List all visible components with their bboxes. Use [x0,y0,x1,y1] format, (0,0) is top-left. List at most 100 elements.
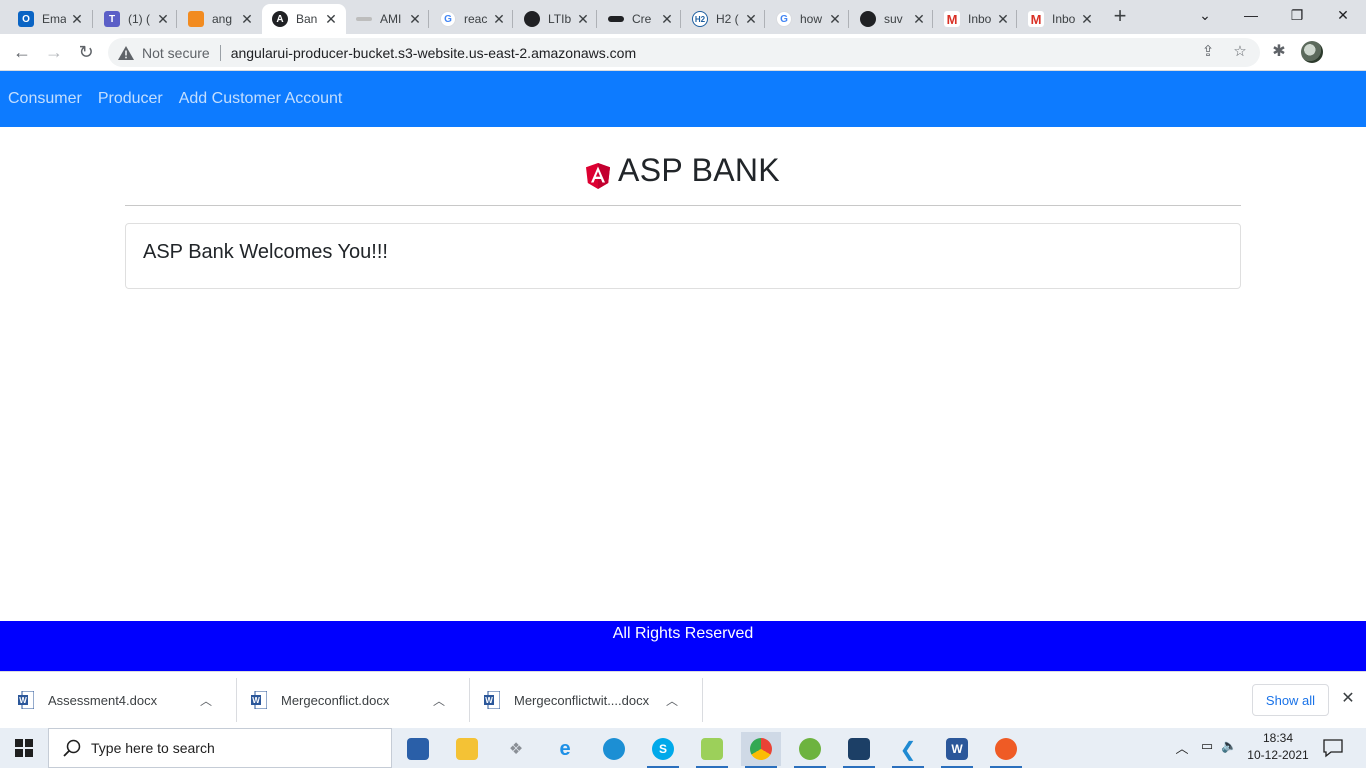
download-item[interactable]: W Mergeconflictwit....docx ︿ [466,678,680,722]
tab-bank-active[interactable]: A Ban ✕ [262,4,346,34]
chevron-up-icon[interactable]: ︿ [1174,738,1190,758]
taskbar-store[interactable] [398,732,438,766]
nav-link-consumer[interactable]: Consumer [8,90,82,108]
divider [219,44,221,61]
close-icon[interactable]: ✕ [324,11,338,28]
tab-aws[interactable]: AMI ✕ [346,4,430,34]
reload-button[interactable]: ↻ [74,40,98,64]
taskbar-skype[interactable]: S [643,732,683,768]
download-filename: Mergeconflict.docx [281,692,390,708]
taskbar-internet-explorer[interactable]: e [545,732,585,766]
nav-link-producer[interactable]: Producer [98,90,163,108]
taskbar-search[interactable]: Type here to search [48,728,392,768]
share-icon[interactable]: ⇪ [1198,42,1218,62]
taskbar-dropbox[interactable]: ❖ [496,732,536,766]
system-clock[interactable]: 18:34 10-12-2021 [1244,730,1312,766]
chevron-up-icon[interactable]: ︿ [431,692,447,709]
tab-github-suv[interactable]: suv ✕ [850,4,934,34]
download-item[interactable]: W Mergeconflict.docx ︿ [233,678,447,722]
show-all-button[interactable]: Show all [1252,684,1329,716]
divider [702,678,703,722]
restore-button[interactable]: ❐ [1274,0,1320,30]
tab-divider [92,10,93,28]
taskbar-spring-tool[interactable] [790,732,830,768]
taskbar-word[interactable]: W [937,732,977,768]
clock-date: 10-12-2021 [1247,748,1309,762]
new-tab-button[interactable]: + [1108,5,1132,29]
notepad-icon [701,738,723,760]
tab-title: AMI [380,12,402,26]
footer-text: All Rights Reserved [612,625,754,642]
tab-github-ltib[interactable]: LTIb ✕ [514,4,598,34]
tab-title: (1) ( [128,12,150,26]
taskbar-vscode[interactable]: ❮ [888,732,928,768]
not-secure-label[interactable]: Not secure [142,45,210,61]
close-icon[interactable]: ✕ [744,11,758,28]
close-icon[interactable]: ✕ [996,11,1010,28]
tab-gmail-1[interactable]: M Inbo ✕ [934,4,1018,34]
spring-icon [799,738,821,760]
nav-link-add-customer-account[interactable]: Add Customer Account [179,90,343,108]
close-window-button[interactable]: ✕ [1320,0,1366,30]
tab-search-chevron-icon[interactable]: ⌄ [1182,0,1228,30]
close-icon[interactable]: ✕ [828,11,842,28]
tab-create[interactable]: Cre ✕ [598,4,682,34]
tab-h2[interactable]: H2 H2 ( ✕ [682,4,766,34]
close-icon[interactable]: ✕ [70,11,84,28]
battery-icon[interactable]: ▭ [1199,738,1215,758]
store-icon [407,738,429,760]
taskbar-chrome[interactable] [741,732,781,768]
tab-title: LTIb [548,12,572,26]
close-icon[interactable]: ✕ [408,11,422,28]
taskbar-postman[interactable] [986,732,1026,768]
taskbar-edge[interactable] [594,732,634,766]
downloads-shelf: W Assessment4.docx ︿ W Mergeconflict.doc… [0,671,1366,728]
close-icon[interactable]: ✕ [156,11,170,28]
profile-avatar[interactable] [1301,41,1323,63]
notification-icon[interactable] [1322,737,1344,759]
taskbar-notepad[interactable] [692,732,732,768]
svg-text:W: W [485,696,493,705]
bookmark-star-icon[interactable]: ☆ [1230,42,1250,62]
download-item[interactable]: W Assessment4.docx ︿ [0,678,214,722]
forward-button[interactable]: → [42,40,66,64]
extensions-puzzle-icon[interactable]: ✱ [1269,42,1289,62]
clock-time: 18:34 [1262,731,1294,745]
chevron-up-icon[interactable]: ︿ [664,692,680,709]
tab-title: Inbo [1052,12,1076,26]
dash-icon [608,16,624,22]
tab-google-how[interactable]: G how ✕ [766,4,850,34]
angular-logo-icon [586,162,611,189]
close-icon[interactable]: ✕ [1340,689,1356,709]
chrome-icon [750,738,772,760]
minimize-button[interactable]: — [1228,0,1274,30]
close-icon[interactable]: ✕ [240,11,254,28]
svg-text:W: W [19,696,27,705]
gmail-icon: M [1028,11,1044,27]
close-icon[interactable]: ✕ [1080,11,1094,28]
gmail-icon: M [944,11,960,27]
close-icon[interactable]: ✕ [576,11,590,28]
taskbar-mysql-workbench[interactable] [839,732,879,768]
address-bar[interactable]: Not secure angularui-producer-bucket.s3-… [108,38,1260,67]
tab-outlook[interactable]: O Ema ✕ [8,4,92,34]
start-button[interactable] [0,728,48,768]
google-icon: G [776,11,792,27]
tab-ang[interactable]: ang ✕ [178,4,262,34]
close-icon[interactable]: ✕ [912,11,926,28]
tab-teams[interactable]: T (1) ( ✕ [94,4,178,34]
github-icon [860,11,876,27]
back-button[interactable]: ← [10,40,34,64]
url-text[interactable]: angularui-producer-bucket.s3-website.us-… [231,45,636,61]
tab-strip: O Ema ✕ T (1) ( ✕ ang ✕ A Ban ✕ AMI ✕ G … [0,0,1366,34]
welcome-card: ASP Bank Welcomes You!!! [125,223,1241,289]
volume-icon[interactable]: 🔈 [1221,738,1237,758]
taskbar-file-explorer[interactable] [447,732,487,766]
tab-divider [596,10,597,28]
close-icon[interactable]: ✕ [660,11,674,28]
close-icon[interactable]: ✕ [492,11,506,28]
word-doc-icon: W [18,691,34,709]
tab-gmail-2[interactable]: M Inbo ✕ [1018,4,1102,34]
chevron-up-icon[interactable]: ︿ [198,692,214,709]
tab-google-react[interactable]: G reac ✕ [430,4,514,34]
